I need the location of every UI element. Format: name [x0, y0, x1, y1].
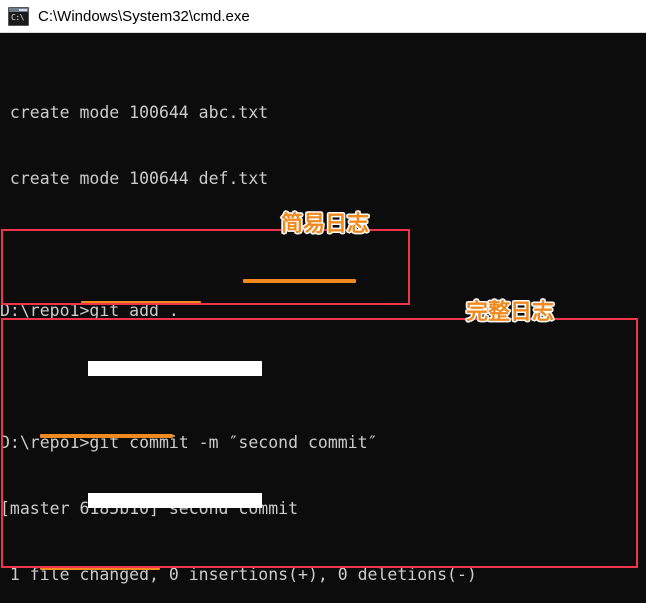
underline-log-first-commit [40, 566, 160, 570]
annotation-label-simple-log: 简易日志 [281, 212, 370, 237]
window-title: C:\Windows\System32\cmd.exe [38, 7, 250, 25]
console-line: create mode 100644 def.txt [0, 169, 269, 188]
terminal-console[interactable]: create mode 100644 abc.txt create mode 1… [0, 33, 646, 603]
annotation-label-full-log: 完整日志 [466, 300, 555, 325]
window-titlebar: C:\ C:\Windows\System32\cmd.exe [0, 0, 646, 33]
underline-oneline-second-commit [243, 279, 356, 283]
console-line: create mode 100644 abc.txt [0, 103, 269, 122]
underline-log-second-commit [40, 434, 173, 438]
icon-prompt-glyph: C:\ [11, 12, 24, 22]
author-name-redaction-bar [88, 361, 262, 376]
underline-oneline-first-commit [81, 301, 201, 305]
cmd-console-icon: C:\ [8, 6, 29, 26]
icon-titlebar-strip [9, 7, 28, 12]
author-name-redaction-bar [88, 493, 262, 508]
